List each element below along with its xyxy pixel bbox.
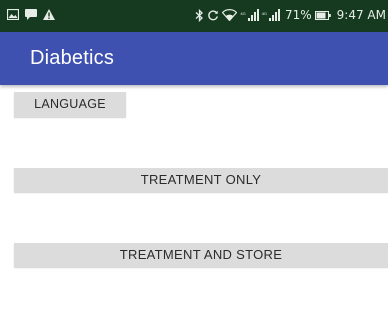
notification-icons — [7, 9, 55, 20]
battery-percentage: 71% — [285, 8, 312, 22]
system-status: ⁴ᴳ ⁴ᴳ 71% 9:47 AM — [195, 8, 386, 22]
language-button[interactable]: LANGUAGE — [14, 92, 126, 117]
signal-icon — [269, 9, 280, 21]
app-title: Diabetics — [30, 47, 115, 69]
wifi-icon — [222, 9, 238, 21]
signal-icon — [247, 9, 259, 21]
network-type-label: ⁴ᴳ — [240, 11, 246, 19]
bluetooth-icon — [195, 8, 204, 22]
clock: 9:47 AM — [336, 8, 386, 22]
gallery-icon — [7, 9, 19, 20]
warning-icon — [43, 9, 55, 20]
sync-icon — [207, 9, 219, 21]
status-bar: ⁴ᴳ ⁴ᴳ 71% 9:47 AM — [0, 0, 388, 32]
treatment-and-store-button[interactable]: TREATMENT AND STORE — [14, 243, 388, 267]
battery-icon — [314, 10, 331, 20]
message-icon — [25, 9, 37, 20]
app-bar: Diabetics — [0, 32, 388, 85]
network-type-label: ⁴ᴳ — [261, 11, 267, 19]
treatment-only-button[interactable]: TREATMENT ONLY — [14, 168, 388, 192]
